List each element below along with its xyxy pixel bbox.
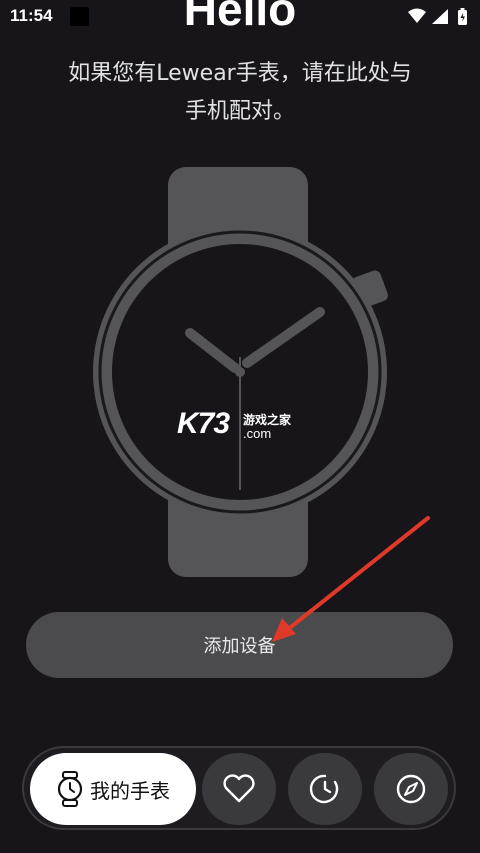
- add-device-label: 添加设备: [203, 636, 276, 657]
- compass-icon: [396, 774, 426, 804]
- tab-my-watch[interactable]: 我的手表: [30, 753, 196, 825]
- watch-icon: [57, 771, 83, 807]
- page-title: Hello: [183, 0, 297, 35]
- watch-illustration: [93, 167, 388, 577]
- clock-icon: [309, 774, 339, 804]
- heart-icon: [223, 774, 255, 803]
- watermark-logo: K73: [177, 407, 230, 440]
- watermark-domain: .com: [243, 426, 272, 441]
- tab-health[interactable]: [202, 753, 276, 825]
- bottom-nav: 我的手表: [22, 746, 456, 830]
- subtitle-line-2: 手机配对。: [184, 99, 295, 124]
- pairing-instructions: 如果您有Lewear手表，请在此处与 手机配对。: [20, 55, 460, 131]
- subtitle-line-1: 如果您有Lewear手表，请在此处与: [68, 61, 412, 86]
- add-device-button[interactable]: 添加设备: [26, 612, 453, 678]
- tab-my-watch-label: 我的手表: [90, 778, 170, 803]
- tab-activity[interactable]: [288, 753, 362, 825]
- tab-discover[interactable]: [374, 753, 448, 825]
